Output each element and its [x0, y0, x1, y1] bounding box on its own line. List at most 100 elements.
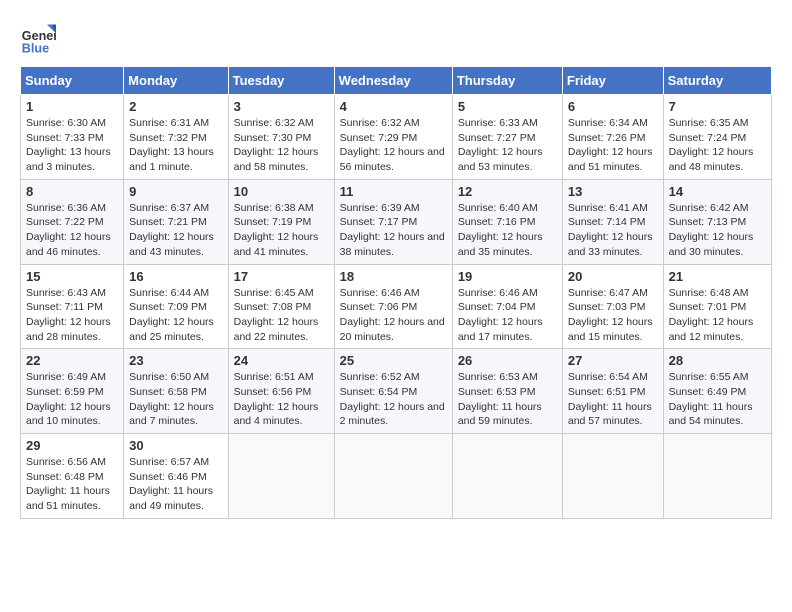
day-number: 11 [340, 184, 447, 199]
calendar-cell: 27 Sunrise: 6:54 AM Sunset: 6:51 PM Dayl… [562, 349, 663, 434]
day-number: 23 [129, 353, 222, 368]
logo: General Blue [20, 20, 60, 56]
day-number: 4 [340, 99, 447, 114]
day-info: Sunrise: 6:57 AM Sunset: 6:46 PM Dayligh… [129, 455, 222, 514]
day-info: Sunrise: 6:35 AM Sunset: 7:24 PM Dayligh… [669, 116, 766, 175]
day-info: Sunrise: 6:51 AM Sunset: 6:56 PM Dayligh… [234, 370, 329, 429]
day-info: Sunrise: 6:46 AM Sunset: 7:06 PM Dayligh… [340, 286, 447, 345]
header-wednesday: Wednesday [334, 67, 452, 95]
day-info: Sunrise: 6:46 AM Sunset: 7:04 PM Dayligh… [458, 286, 557, 345]
logo-icon: General Blue [20, 20, 56, 56]
calendar-cell: 11 Sunrise: 6:39 AM Sunset: 7:17 PM Dayl… [334, 179, 452, 264]
calendar-cell: 20 Sunrise: 6:47 AM Sunset: 7:03 PM Dayl… [562, 264, 663, 349]
header-tuesday: Tuesday [228, 67, 334, 95]
calendar-cell [334, 434, 452, 519]
calendar-week-row: 22 Sunrise: 6:49 AM Sunset: 6:59 PM Dayl… [21, 349, 772, 434]
day-number: 9 [129, 184, 222, 199]
calendar-cell [228, 434, 334, 519]
day-number: 22 [26, 353, 118, 368]
day-info: Sunrise: 6:37 AM Sunset: 7:21 PM Dayligh… [129, 201, 222, 260]
day-info: Sunrise: 6:32 AM Sunset: 7:29 PM Dayligh… [340, 116, 447, 175]
calendar-cell: 19 Sunrise: 6:46 AM Sunset: 7:04 PM Dayl… [452, 264, 562, 349]
header-friday: Friday [562, 67, 663, 95]
header-thursday: Thursday [452, 67, 562, 95]
header-sunday: Sunday [21, 67, 124, 95]
calendar-cell: 6 Sunrise: 6:34 AM Sunset: 7:26 PM Dayli… [562, 95, 663, 180]
calendar-cell [452, 434, 562, 519]
day-info: Sunrise: 6:43 AM Sunset: 7:11 PM Dayligh… [26, 286, 118, 345]
calendar-cell: 21 Sunrise: 6:48 AM Sunset: 7:01 PM Dayl… [663, 264, 771, 349]
header-monday: Monday [124, 67, 228, 95]
day-number: 12 [458, 184, 557, 199]
day-number: 17 [234, 269, 329, 284]
calendar-cell: 8 Sunrise: 6:36 AM Sunset: 7:22 PM Dayli… [21, 179, 124, 264]
day-info: Sunrise: 6:50 AM Sunset: 6:58 PM Dayligh… [129, 370, 222, 429]
page-header: General Blue [20, 20, 772, 56]
calendar-cell [562, 434, 663, 519]
day-number: 19 [458, 269, 557, 284]
calendar-cell: 29 Sunrise: 6:56 AM Sunset: 6:48 PM Dayl… [21, 434, 124, 519]
day-info: Sunrise: 6:45 AM Sunset: 7:08 PM Dayligh… [234, 286, 329, 345]
day-number: 10 [234, 184, 329, 199]
day-number: 13 [568, 184, 658, 199]
day-info: Sunrise: 6:48 AM Sunset: 7:01 PM Dayligh… [669, 286, 766, 345]
day-info: Sunrise: 6:42 AM Sunset: 7:13 PM Dayligh… [669, 201, 766, 260]
calendar-cell: 24 Sunrise: 6:51 AM Sunset: 6:56 PM Dayl… [228, 349, 334, 434]
day-number: 18 [340, 269, 447, 284]
day-number: 8 [26, 184, 118, 199]
day-info: Sunrise: 6:36 AM Sunset: 7:22 PM Dayligh… [26, 201, 118, 260]
calendar-week-row: 29 Sunrise: 6:56 AM Sunset: 6:48 PM Dayl… [21, 434, 772, 519]
day-info: Sunrise: 6:56 AM Sunset: 6:48 PM Dayligh… [26, 455, 118, 514]
day-number: 26 [458, 353, 557, 368]
day-number: 15 [26, 269, 118, 284]
day-info: Sunrise: 6:53 AM Sunset: 6:53 PM Dayligh… [458, 370, 557, 429]
day-number: 27 [568, 353, 658, 368]
calendar-cell: 18 Sunrise: 6:46 AM Sunset: 7:06 PM Dayl… [334, 264, 452, 349]
day-info: Sunrise: 6:31 AM Sunset: 7:32 PM Dayligh… [129, 116, 222, 175]
calendar-cell: 2 Sunrise: 6:31 AM Sunset: 7:32 PM Dayli… [124, 95, 228, 180]
header-saturday: Saturday [663, 67, 771, 95]
day-info: Sunrise: 6:44 AM Sunset: 7:09 PM Dayligh… [129, 286, 222, 345]
calendar-cell: 7 Sunrise: 6:35 AM Sunset: 7:24 PM Dayli… [663, 95, 771, 180]
day-info: Sunrise: 6:49 AM Sunset: 6:59 PM Dayligh… [26, 370, 118, 429]
day-number: 21 [669, 269, 766, 284]
calendar-cell: 17 Sunrise: 6:45 AM Sunset: 7:08 PM Dayl… [228, 264, 334, 349]
day-number: 7 [669, 99, 766, 114]
calendar-cell: 28 Sunrise: 6:55 AM Sunset: 6:49 PM Dayl… [663, 349, 771, 434]
day-number: 2 [129, 99, 222, 114]
calendar-week-row: 1 Sunrise: 6:30 AM Sunset: 7:33 PM Dayli… [21, 95, 772, 180]
day-number: 24 [234, 353, 329, 368]
calendar-week-row: 15 Sunrise: 6:43 AM Sunset: 7:11 PM Dayl… [21, 264, 772, 349]
calendar-cell: 12 Sunrise: 6:40 AM Sunset: 7:16 PM Dayl… [452, 179, 562, 264]
calendar-cell: 13 Sunrise: 6:41 AM Sunset: 7:14 PM Dayl… [562, 179, 663, 264]
day-number: 14 [669, 184, 766, 199]
day-number: 1 [26, 99, 118, 114]
calendar-cell: 10 Sunrise: 6:38 AM Sunset: 7:19 PM Dayl… [228, 179, 334, 264]
calendar-cell [663, 434, 771, 519]
calendar-cell: 26 Sunrise: 6:53 AM Sunset: 6:53 PM Dayl… [452, 349, 562, 434]
day-info: Sunrise: 6:33 AM Sunset: 7:27 PM Dayligh… [458, 116, 557, 175]
day-info: Sunrise: 6:38 AM Sunset: 7:19 PM Dayligh… [234, 201, 329, 260]
day-info: Sunrise: 6:30 AM Sunset: 7:33 PM Dayligh… [26, 116, 118, 175]
svg-text:Blue: Blue [22, 41, 49, 55]
calendar-cell: 30 Sunrise: 6:57 AM Sunset: 6:46 PM Dayl… [124, 434, 228, 519]
day-info: Sunrise: 6:54 AM Sunset: 6:51 PM Dayligh… [568, 370, 658, 429]
day-number: 30 [129, 438, 222, 453]
day-info: Sunrise: 6:52 AM Sunset: 6:54 PM Dayligh… [340, 370, 447, 429]
calendar-cell: 5 Sunrise: 6:33 AM Sunset: 7:27 PM Dayli… [452, 95, 562, 180]
calendar-cell: 22 Sunrise: 6:49 AM Sunset: 6:59 PM Dayl… [21, 349, 124, 434]
day-info: Sunrise: 6:39 AM Sunset: 7:17 PM Dayligh… [340, 201, 447, 260]
day-info: Sunrise: 6:40 AM Sunset: 7:16 PM Dayligh… [458, 201, 557, 260]
day-info: Sunrise: 6:55 AM Sunset: 6:49 PM Dayligh… [669, 370, 766, 429]
calendar-week-row: 8 Sunrise: 6:36 AM Sunset: 7:22 PM Dayli… [21, 179, 772, 264]
day-number: 28 [669, 353, 766, 368]
day-number: 20 [568, 269, 658, 284]
day-info: Sunrise: 6:32 AM Sunset: 7:30 PM Dayligh… [234, 116, 329, 175]
calendar-cell: 23 Sunrise: 6:50 AM Sunset: 6:58 PM Dayl… [124, 349, 228, 434]
day-number: 5 [458, 99, 557, 114]
day-info: Sunrise: 6:34 AM Sunset: 7:26 PM Dayligh… [568, 116, 658, 175]
calendar-table: SundayMondayTuesdayWednesdayThursdayFrid… [20, 66, 772, 519]
calendar-cell: 16 Sunrise: 6:44 AM Sunset: 7:09 PM Dayl… [124, 264, 228, 349]
calendar-cell: 9 Sunrise: 6:37 AM Sunset: 7:21 PM Dayli… [124, 179, 228, 264]
calendar-cell: 15 Sunrise: 6:43 AM Sunset: 7:11 PM Dayl… [21, 264, 124, 349]
